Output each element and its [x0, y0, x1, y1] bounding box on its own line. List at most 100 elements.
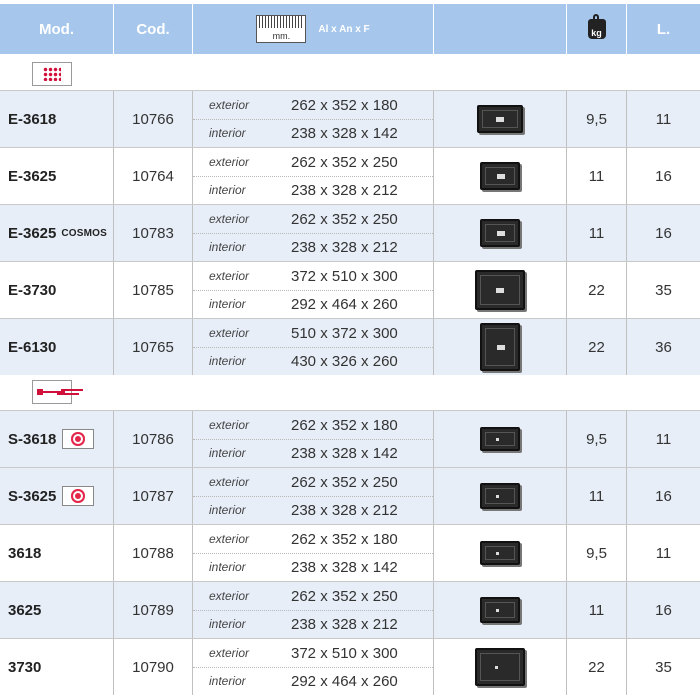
exterior-label: exterior [209, 269, 250, 283]
exterior-dimensions: 262 x 352 x 180 [291, 530, 398, 548]
weight-cell: 11 [567, 582, 627, 638]
interior-dimensions: 238 x 328 x 142 [291, 124, 398, 142]
liters-cell: 11 [655, 544, 672, 562]
weight-cell: 9,5 [567, 411, 627, 467]
weight-cell: 11 [567, 148, 627, 204]
certification-seal-icon [62, 429, 95, 449]
interior-label: interior [209, 446, 246, 460]
header-image [434, 4, 566, 54]
header-dimensions: mm. Al x An x F [193, 4, 433, 54]
dimensions-cell: exterior 372 x 510 x 300 interior 292 x … [193, 262, 434, 318]
interior-label: interior [209, 354, 246, 368]
interior-label: interior [209, 297, 246, 311]
exterior-label: exterior [209, 532, 250, 546]
product-image-cell [434, 148, 567, 204]
dimensions-cell: exterior 262 x 352 x 180 interior 238 x … [193, 91, 434, 147]
model-cell: E-6130 [0, 319, 114, 375]
exterior-dimensions: 262 x 352 x 250 [291, 587, 398, 605]
table-row: E-6130 10765 exterior 510 x 372 x 300 in… [0, 318, 700, 375]
product-table: Mod. Cod. mm. Al x An x F kg L. E-3618 1… [0, 0, 700, 700]
header-code: Cod. [114, 4, 192, 54]
liters-cell: 36 [655, 338, 672, 356]
certification-seal-icon [62, 486, 95, 506]
weight-cell: 22 [567, 639, 627, 695]
header-liters: L. [627, 4, 700, 54]
interior-dimensions: 238 x 328 x 212 [291, 181, 398, 199]
exterior-label: exterior [209, 418, 250, 432]
interior-label: interior [209, 503, 246, 517]
model-cell: 3730 [0, 639, 114, 695]
table-row: E-3730 10785 exterior 372 x 510 x 300 in… [0, 261, 700, 318]
interior-dimensions: 238 x 328 x 212 [291, 501, 398, 519]
product-image-cell [434, 262, 567, 318]
liters-cell: 16 [655, 167, 672, 185]
weight-cell: 22 [567, 262, 627, 318]
exterior-dimensions: 372 x 510 x 300 [291, 267, 398, 285]
weight-cell: 11 [567, 468, 627, 524]
model-name: E-6130 [8, 338, 57, 356]
product-image-cell [434, 582, 567, 638]
weight-cell: 9,5 [567, 525, 627, 581]
interior-label: interior [209, 560, 246, 574]
header-model: Mod. [0, 4, 113, 54]
model-name: S-3625 [8, 487, 57, 505]
interior-label: interior [209, 183, 246, 197]
code-cell: 10783 [114, 205, 193, 261]
model-cell: 3618 [0, 525, 114, 581]
interior-label: interior [209, 674, 246, 688]
model-name: E-3625 [8, 167, 57, 185]
product-image-cell [434, 411, 567, 467]
code-cell: 10786 [114, 411, 193, 467]
code-cell: 10765 [114, 319, 193, 375]
product-image-cell [434, 91, 567, 147]
model-cell: E-3625 COSMOS [0, 205, 114, 261]
model-cell: E-3730 [0, 262, 114, 318]
exterior-label: exterior [209, 589, 250, 603]
interior-dimensions: 292 x 464 x 260 [291, 672, 398, 690]
liters-cell: 11 [655, 430, 672, 448]
interior-dimensions: 238 x 328 x 142 [291, 444, 398, 462]
model-name: E-3730 [8, 281, 57, 299]
interior-label: interior [209, 126, 246, 140]
model-cell: S-3618 [0, 411, 114, 467]
header-weight: kg [567, 4, 626, 54]
safe-image [480, 162, 520, 190]
code-cell: 10788 [114, 525, 193, 581]
model-cell: 3625 [0, 582, 114, 638]
exterior-dimensions: 262 x 352 x 180 [291, 416, 398, 434]
safe-image [475, 648, 525, 686]
interior-dimensions: 238 x 328 x 142 [291, 558, 398, 576]
exterior-dimensions: 262 x 352 x 250 [291, 210, 398, 228]
safe-image [475, 270, 525, 310]
weight-icon: kg [587, 14, 606, 39]
interior-dimensions: 238 x 328 x 212 [291, 615, 398, 633]
weight-cell: 22 [567, 319, 627, 375]
table-row: E-3618 10766 exterior 262 x 352 x 180 in… [0, 90, 700, 147]
exterior-dimensions: 510 x 372 x 300 [291, 324, 398, 342]
safe-image [480, 219, 520, 247]
liters-cell: 16 [655, 224, 672, 242]
model-cell: E-3618 [0, 91, 114, 147]
keypad-icon [32, 62, 72, 86]
exterior-label: exterior [209, 98, 250, 112]
interior-dimensions: 292 x 464 x 260 [291, 295, 398, 313]
weight-cell: 11 [567, 205, 627, 261]
dimensions-cell: exterior 262 x 352 x 250 interior 238 x … [193, 582, 434, 638]
dimensions-cell: exterior 262 x 352 x 250 interior 238 x … [193, 468, 434, 524]
interior-dimensions: 238 x 328 x 212 [291, 238, 398, 256]
ruler-icon: mm. [256, 15, 307, 43]
code-cell: 10790 [114, 639, 193, 695]
exterior-dimensions: 372 x 510 x 300 [291, 644, 398, 662]
safe-image [480, 541, 520, 565]
model-name: 3618 [8, 544, 42, 562]
exterior-label: exterior [209, 475, 250, 489]
safe-image [480, 427, 520, 451]
model-name: E-3625 [8, 224, 57, 242]
model-name: 3625 [8, 601, 42, 619]
code-cell: 10764 [114, 148, 193, 204]
exterior-label: exterior [209, 326, 250, 340]
table-row: 3730 10790 exterior 372 x 510 x 300 inte… [0, 638, 700, 695]
table-row: E-3625 COSMOS 10783 exterior 262 x 352 x… [0, 204, 700, 261]
table-row: S-3618 10786 exterior 262 x 352 x 180 in… [0, 410, 700, 467]
liters-cell: 35 [655, 658, 672, 676]
